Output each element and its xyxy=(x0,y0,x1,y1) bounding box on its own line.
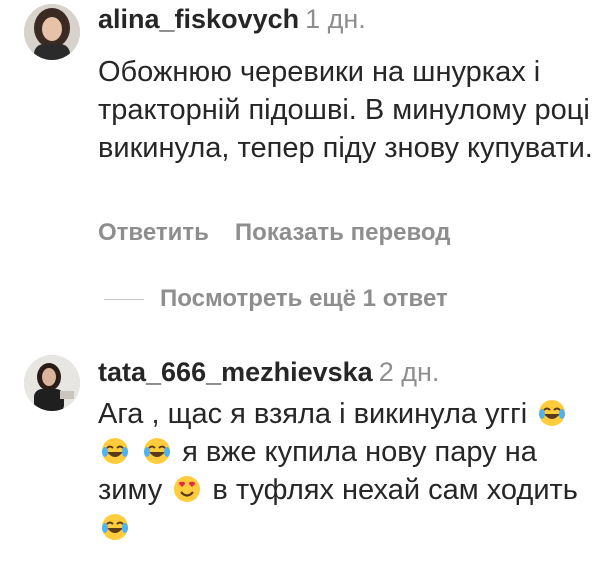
reply-button[interactable]: Ответить xyxy=(98,219,209,246)
comment-text-part: Ага , щас я взяла і викинула уггі xyxy=(98,398,528,430)
face-with-tears-of-joy-icon xyxy=(539,400,566,426)
comment-text: Ага , щас я взяла і викинула уггі я вже xyxy=(98,395,578,547)
view-replies-label[interactable]: Посмотреть ещё 1 ответ xyxy=(160,285,448,313)
avatar[interactable] xyxy=(24,355,80,411)
face-with-tears-of-joy-icon xyxy=(102,438,128,464)
comment-time: 1 дн. xyxy=(305,4,366,34)
face-with-tears-of-joy-icon xyxy=(102,514,128,540)
show-translation-button[interactable]: Показать перевод xyxy=(235,219,451,246)
comment-text-part: в туфлях нехай сам ходить xyxy=(212,474,578,506)
view-replies[interactable]: Посмотреть ещё 1 ответ xyxy=(104,284,448,314)
smiling-face-with-heart-eyes-icon xyxy=(174,476,201,502)
divider-line xyxy=(104,298,144,300)
comment-time: 2 дн. xyxy=(378,357,440,387)
comment-username[interactable]: tata_666_mezhievska xyxy=(98,357,373,387)
comment-text: Обожнюю черевики на шнурках і тракторній… xyxy=(98,56,593,164)
avatar[interactable] xyxy=(24,4,80,60)
comment-username[interactable]: alina_fiskovych xyxy=(98,4,299,34)
face-with-tears-of-joy-icon xyxy=(144,438,171,464)
